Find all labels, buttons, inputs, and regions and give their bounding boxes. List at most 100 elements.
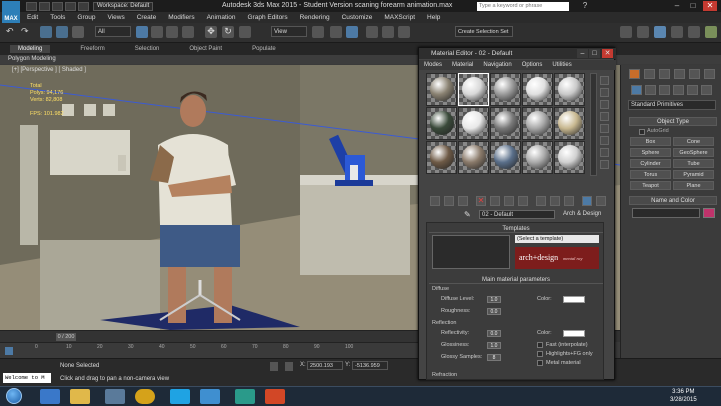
menu-rendering[interactable]: Rendering	[300, 14, 330, 21]
torus-button[interactable]: Torus	[630, 170, 671, 179]
me-menu-utilities[interactable]: Utilities	[552, 62, 571, 68]
ribbon-tab-modeling[interactable]: Modeling	[10, 45, 51, 53]
manipulate-icon[interactable]	[330, 26, 342, 38]
app-menu-button[interactable]: MAX	[2, 1, 20, 23]
save-file-button[interactable]	[52, 1, 63, 11]
autogrid-checkbox[interactable]	[639, 129, 645, 135]
me-minimize-button[interactable]: –	[577, 49, 588, 58]
material-sample-slot[interactable]	[426, 73, 457, 106]
me-menu-navigation[interactable]: Navigation	[483, 62, 511, 68]
new-file-button[interactable]	[26, 1, 37, 11]
roughness-field[interactable]: 0.0	[487, 308, 501, 315]
put-to-scene-icon[interactable]	[444, 196, 454, 206]
ie-icon[interactable]	[40, 389, 60, 404]
menu-graph-editors[interactable]: Graph Editors	[248, 14, 288, 21]
menu-modifiers[interactable]: Modifiers	[168, 14, 194, 21]
motion-tab-icon[interactable]	[674, 69, 685, 79]
selection-filter-dropdown[interactable]: All	[95, 26, 131, 37]
cone-button[interactable]: Cone	[673, 137, 714, 146]
cameras-icon[interactable]	[673, 85, 684, 95]
show-shaded-material-icon[interactable]	[550, 196, 560, 206]
menu-help[interactable]: Help	[427, 14, 440, 21]
me-menu-material[interactable]: Material	[452, 62, 473, 68]
main-parameters-rollout[interactable]: Main material parameters	[429, 276, 603, 284]
sphere-button[interactable]: Sphere	[630, 148, 671, 157]
box-button[interactable]: Box	[630, 137, 671, 146]
explorer-icon[interactable]	[70, 389, 90, 404]
material-sample-slot[interactable]	[554, 141, 585, 174]
template-dropdown[interactable]: (Select a template)	[515, 235, 599, 243]
help-icon[interactable]: ?	[578, 1, 592, 11]
highlights-fg-checkbox[interactable]	[537, 351, 543, 357]
me-maximize-button[interactable]: □	[589, 49, 600, 58]
redo-icon[interactable]: ↷	[21, 26, 33, 38]
material-name-field[interactable]: 02 - Default	[479, 210, 555, 219]
powerpoint-icon[interactable]	[265, 389, 285, 404]
media-player-icon[interactable]	[105, 389, 125, 404]
primitive-category-dropdown[interactable]: Standard Primitives	[628, 100, 716, 110]
chrome-icon[interactable]	[135, 389, 155, 404]
material-sample-slot[interactable]	[458, 141, 489, 174]
select-object-icon[interactable]	[136, 26, 148, 38]
maximize-button[interactable]: □	[686, 1, 700, 11]
ribbon-tab-selection[interactable]: Selection	[135, 46, 160, 52]
bind-spacewarp-icon[interactable]	[72, 26, 84, 38]
glossy-samples-field[interactable]: 8	[487, 354, 501, 361]
viewport-label[interactable]: [+] [Perspective ] [ Shaded ]	[12, 67, 86, 73]
pyramid-button[interactable]: Pyramid	[673, 170, 714, 179]
options-icon[interactable]	[600, 148, 609, 157]
copy-material-icon[interactable]	[490, 196, 500, 206]
reset-map-icon[interactable]: ✕	[476, 196, 486, 206]
make-preview-icon[interactable]	[600, 136, 609, 145]
diffuse-level-field[interactable]: 1.0	[487, 296, 501, 303]
window-crossing-icon[interactable]	[182, 26, 194, 38]
go-forward-sibling-icon[interactable]	[596, 196, 606, 206]
fast-interpolate-checkbox[interactable]	[537, 342, 543, 348]
open-file-button[interactable]	[39, 1, 50, 11]
close-button[interactable]: ✕	[703, 1, 717, 11]
x-coordinate-field[interactable]: 2500.193	[307, 361, 343, 370]
undo-icon[interactable]: ↶	[6, 26, 18, 38]
keyboard-shortcut-icon[interactable]	[346, 26, 358, 38]
me-menu-modes[interactable]: Modes	[424, 62, 442, 68]
menu-maxscript[interactable]: MAXScript	[384, 14, 415, 21]
helpers-icon[interactable]	[687, 85, 698, 95]
go-to-parent-icon[interactable]	[582, 196, 592, 206]
ribbon-tab-object-paint[interactable]: Object Paint	[189, 46, 222, 52]
teapot-button[interactable]: Teapot	[630, 181, 671, 190]
rendered-frame-icon[interactable]	[688, 26, 700, 38]
search-input[interactable]: Type a keyword or phrase	[477, 2, 569, 11]
shapes-icon[interactable]	[645, 85, 656, 95]
scale-icon[interactable]	[239, 26, 251, 38]
material-sample-slot[interactable]	[458, 73, 489, 106]
reference-coordinate-dropdown[interactable]: View	[271, 26, 307, 37]
background-icon[interactable]	[600, 100, 609, 109]
plane-button[interactable]: Plane	[673, 181, 714, 190]
render-setup-icon[interactable]	[671, 26, 683, 38]
pick-material-icon[interactable]: ✎	[464, 210, 471, 219]
create-tab-icon[interactable]	[629, 69, 640, 79]
curve-editor-icon[interactable]	[620, 26, 632, 38]
menu-views[interactable]: Views	[107, 14, 124, 21]
material-sample-slot[interactable]	[522, 73, 553, 106]
material-sample-slot[interactable]	[490, 73, 521, 106]
menu-create[interactable]: Create	[137, 14, 157, 21]
material-sample-slot[interactable]	[554, 107, 585, 140]
modify-tab-icon[interactable]	[644, 69, 655, 79]
geosphere-button[interactable]: GeoSphere	[673, 148, 714, 157]
glossiness-field[interactable]: 1.0	[487, 342, 501, 349]
sample-uv-tiling-icon[interactable]	[600, 112, 609, 121]
name-and-color-rollout[interactable]: Name and Color	[629, 196, 717, 205]
menu-edit[interactable]: Edit	[27, 14, 38, 21]
material-sample-slot[interactable]	[522, 107, 553, 140]
material-sample-slot[interactable]	[458, 107, 489, 140]
material-sample-slot[interactable]	[490, 141, 521, 174]
skype-icon[interactable]	[170, 389, 190, 404]
put-to-library-icon[interactable]	[518, 196, 528, 206]
me-close-button[interactable]: ✕	[602, 49, 613, 58]
angle-snap-icon[interactable]	[382, 26, 394, 38]
named-selection-set-input[interactable]: Create Selection Set	[455, 26, 513, 37]
object-type-rollout[interactable]: Object Type	[629, 117, 717, 126]
3dsmax-taskbar-icon[interactable]	[235, 389, 255, 404]
ribbon-tab-freeform[interactable]: Freeform	[80, 46, 104, 52]
